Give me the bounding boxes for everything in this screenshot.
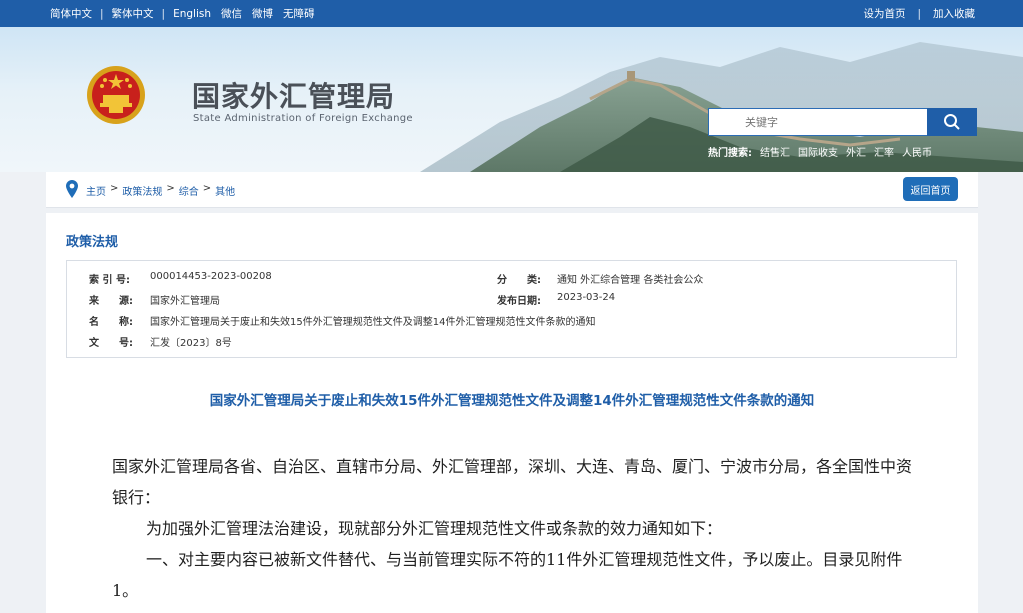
breadcrumb-other[interactable]: 其他 <box>215 183 235 198</box>
meta-category-row: 分 类: 通知 外汇综合管理 各类社会公众 <box>497 271 703 286</box>
set-homepage-link[interactable]: 设为首页 <box>863 6 905 21</box>
body-paragraph: 国家外汇管理局各省、自治区、直辖市分局、外汇管理部，深圳、大连、青岛、厦门、宁波… <box>112 457 913 507</box>
section-title: 政策法规 <box>66 235 119 250</box>
separator: | <box>917 7 921 20</box>
national-emblem-icon <box>87 66 145 124</box>
header-banner: 国家外汇管理局 State Administration of Foreign … <box>0 27 1023 172</box>
meta-label: 文 号: <box>89 338 133 349</box>
search-input[interactable] <box>708 108 927 136</box>
lang-english-link[interactable]: English <box>173 8 211 20</box>
meta-index-row: 索 引 号: 000014453-2023-00208 <box>89 271 272 286</box>
breadcrumb-bar: 主页 > 政策法规 > 综合 > 其他 返回首页 <box>46 172 978 208</box>
breadcrumb-separator: > <box>110 183 119 194</box>
document-title: 国家外汇管理局关于废止和失效15件外汇管理规范性文件及调整14件外汇管理规范性文… <box>209 393 815 409</box>
breadcrumb-home[interactable]: 主页 <box>86 183 106 198</box>
add-favorite-link[interactable]: 加入收藏 <box>933 6 975 21</box>
hot-keyword[interactable]: 结售汇 <box>760 144 790 159</box>
hot-search: 热门搜索: 结售汇 国际收支 外汇 汇率 人民币 <box>708 144 932 159</box>
accessibility-link[interactable]: 无障碍 <box>283 6 315 21</box>
meta-value: 国家外汇管理局 <box>150 296 220 307</box>
search-icon <box>944 114 960 130</box>
document-meta-table: 索 引 号: 000014453-2023-00208 分 类: 通知 外汇综合… <box>66 260 957 358</box>
meta-docno-row: 文 号: 汇发〔2023〕8号 <box>89 334 232 349</box>
site-title: 国家外汇管理局 <box>192 80 396 113</box>
meta-label: 名 称: <box>89 317 133 328</box>
lang-simplified-link[interactable]: 简体中文 <box>50 6 92 21</box>
weibo-link[interactable]: 微博 <box>252 6 273 21</box>
meta-value: 000014453-2023-00208 <box>150 271 272 282</box>
body-paragraph: 为加强外汇管理法治建设，现就部分外汇管理规范性文件或条款的效力通知如下： <box>146 519 723 538</box>
top-bar: 简体中文 | 繁体中文 | English 微信 微博 无障碍 设为首页 | 加… <box>0 0 1023 27</box>
breadcrumb: 主页 > 政策法规 > 综合 > 其他 <box>86 183 235 198</box>
back-home-button[interactable]: 返回首页 <box>903 177 958 201</box>
hot-keyword[interactable]: 国际收支 <box>798 144 838 159</box>
body-paragraph: 一、对主要内容已被新文件替代、与当前管理实际不符的11件外汇管理规范性文件，予以… <box>112 550 903 600</box>
meta-date-row: 发布日期: 2023-03-24 <box>497 292 615 307</box>
breadcrumb-separator: > <box>166 183 175 194</box>
location-pin-icon <box>66 180 78 198</box>
breadcrumb-policy[interactable]: 政策法规 <box>122 183 162 198</box>
meta-label: 索 引 号: <box>89 275 130 286</box>
weixin-link[interactable]: 微信 <box>221 6 242 21</box>
hot-keyword[interactable]: 外汇 <box>846 144 866 159</box>
meta-source-row: 来 源: 国家外汇管理局 <box>89 292 220 307</box>
top-right-links: 设为首页 | 加入收藏 <box>863 0 975 27</box>
separator: | <box>161 7 166 20</box>
meta-value: 通知 外汇综合管理 各类社会公众 <box>557 275 704 286</box>
main-content: 政策法规 索 引 号: 000014453-2023-00208 分 类: 通知… <box>46 213 978 613</box>
lang-traditional-link[interactable]: 繁体中文 <box>112 6 154 21</box>
breadcrumb-general[interactable]: 综合 <box>179 183 199 198</box>
hot-search-label: 热门搜索: <box>708 148 752 159</box>
site-subtitle: State Administration of Foreign Exchange <box>193 113 413 124</box>
meta-value: 汇发〔2023〕8号 <box>150 338 232 349</box>
hot-keyword[interactable]: 汇率 <box>874 144 894 159</box>
meta-name-row: 名 称: 国家外汇管理局关于废止和失效15件外汇管理规范性文件及调整14件外汇管… <box>89 313 595 328</box>
search-button[interactable] <box>927 108 977 136</box>
language-links: 简体中文 | 繁体中文 | English 微信 微博 无障碍 <box>50 0 315 27</box>
meta-value: 国家外汇管理局关于废止和失效15件外汇管理规范性文件及调整14件外汇管理规范性文… <box>150 317 596 328</box>
meta-label: 来 源: <box>89 296 133 307</box>
hot-keyword[interactable]: 人民币 <box>902 144 932 159</box>
document-body: 国家外汇管理局各省、自治区、直辖市分局、外汇管理部，深圳、大连、青岛、厦门、宁波… <box>112 451 917 606</box>
meta-label: 发布日期: <box>497 296 541 307</box>
meta-label: 分 类: <box>497 275 541 286</box>
breadcrumb-separator: > <box>202 183 212 194</box>
separator: | <box>100 7 104 20</box>
meta-value: 2023-03-24 <box>557 292 616 303</box>
